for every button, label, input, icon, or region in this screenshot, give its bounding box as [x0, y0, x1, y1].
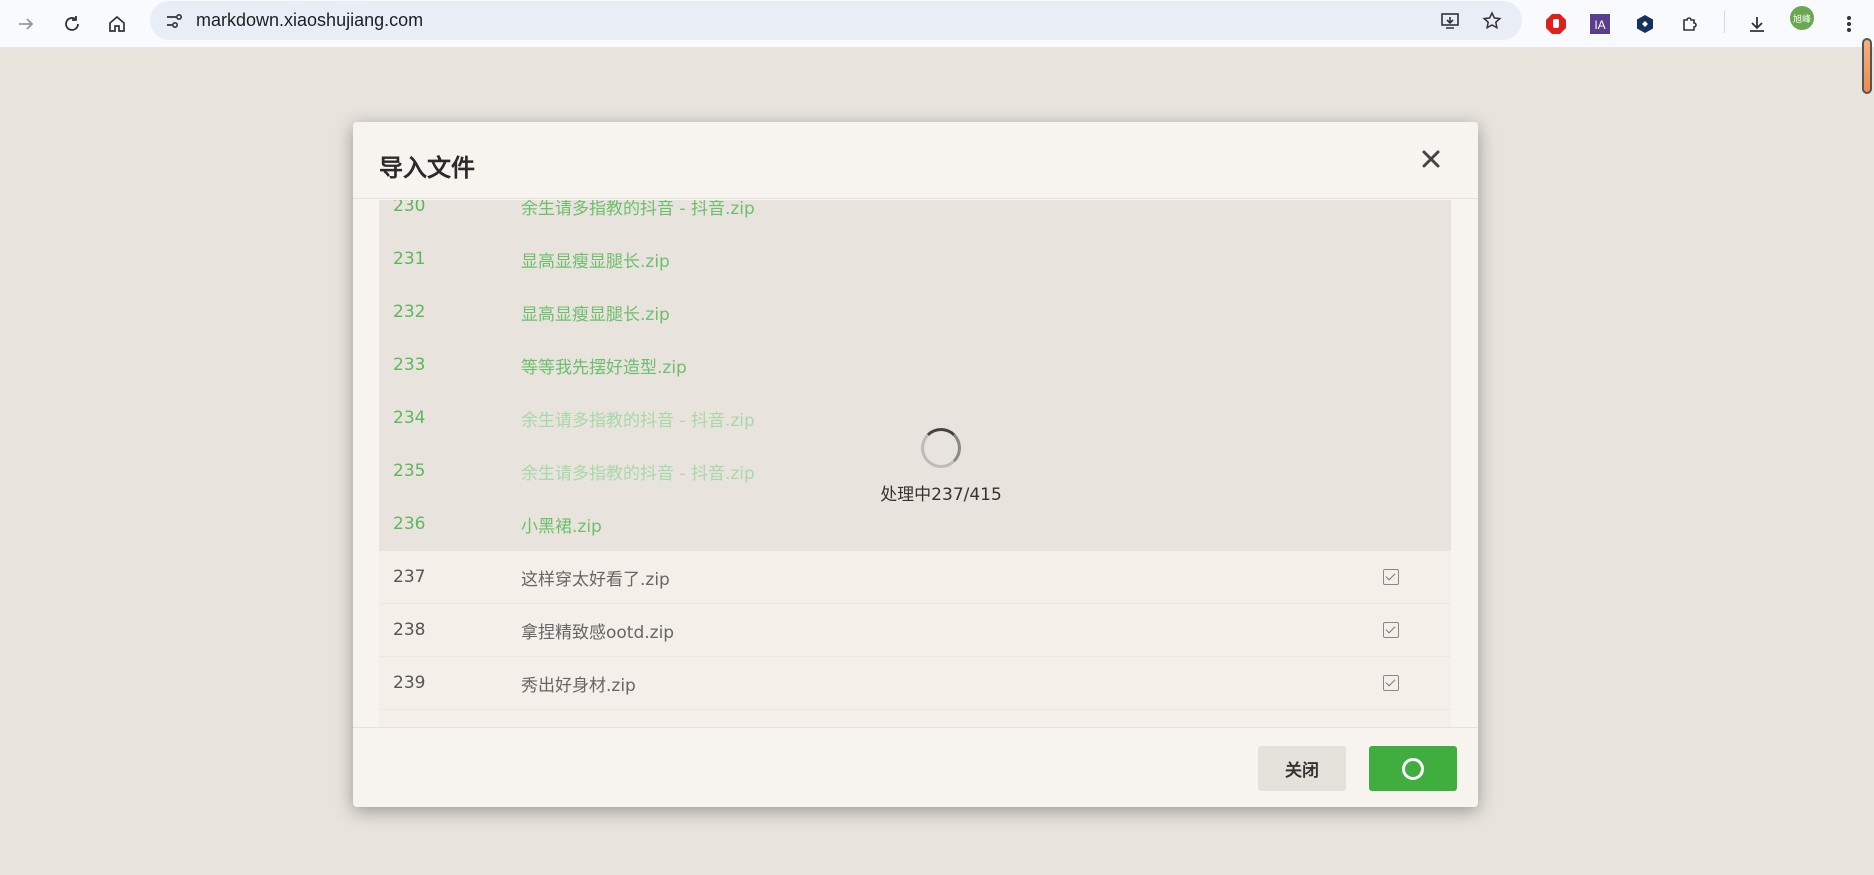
table-row: 236 小黑裙.zip	[379, 498, 1451, 551]
file-name: 等等我先摆好造型.zip	[521, 357, 687, 378]
file-index: 233	[393, 355, 426, 375]
file-list[interactable]: 230 余生请多指教的抖音 - 抖音.zip 231 显高显瘦显腿长.zip 232 显高…	[379, 200, 1451, 730]
import-button[interactable]	[1369, 746, 1457, 791]
file-index: 237	[393, 567, 426, 587]
reload-icon[interactable]	[56, 8, 88, 40]
file-index: 235	[393, 461, 426, 481]
bookmark-star-icon[interactable]	[1476, 5, 1508, 37]
file-index: 234	[393, 408, 426, 428]
cube-extension-icon[interactable]	[1629, 8, 1661, 40]
table-row: 238 拿捏精致感ootd.zip	[379, 604, 1451, 657]
file-name: 这样穿太好看了.zip	[521, 569, 670, 590]
browser-toolbar: markdown.xiaoshujiang.com IA 旭峰	[0, 0, 1874, 48]
file-name: 秀出好身材.zip	[521, 675, 636, 696]
dialog-footer: 关闭	[353, 727, 1478, 807]
file-rows: 230 余生请多指教的抖音 - 抖音.zip 231 显高显瘦显腿长.zip 232 显高…	[379, 200, 1451, 730]
dialog-header: 导入文件	[353, 122, 1478, 199]
table-row: 239 秀出好身材.zip	[379, 657, 1451, 710]
url-text: markdown.xiaoshujiang.com	[196, 10, 424, 30]
table-row: 230 余生请多指教的抖音 - 抖音.zip	[379, 200, 1451, 233]
address-bar[interactable]: markdown.xiaoshujiang.com	[150, 1, 1522, 40]
forward-icon[interactable]	[10, 8, 42, 40]
adblock-extension-icon[interactable]	[1540, 8, 1572, 40]
profile-avatar[interactable]: 旭峰	[1790, 6, 1814, 30]
ia-extension-icon[interactable]: IA	[1584, 8, 1616, 40]
toolbar-separator	[1724, 11, 1725, 33]
import-file-dialog: 导入文件 230 余生请多指教的抖音 - 抖音.zip 231 显高显瘦显腿长.zip…	[353, 122, 1478, 807]
extensions-puzzle-icon[interactable]	[1674, 8, 1706, 40]
page-scrollbar[interactable]	[1862, 38, 1872, 94]
file-name: 显高显瘦显腿长.zip	[521, 251, 670, 272]
file-index: 232	[393, 302, 426, 322]
file-name: 余生请多指教的抖音 - 抖音.zip	[521, 410, 755, 431]
file-name: 显高显瘦显腿长.zip	[521, 304, 670, 325]
file-name: 余生请多指教的抖音 - 抖音.zip	[521, 463, 755, 484]
file-name: 拿捏精致感ootd.zip	[521, 622, 675, 643]
home-icon[interactable]	[101, 8, 133, 40]
file-index: 238	[393, 620, 426, 640]
close-icon[interactable]	[1418, 146, 1444, 172]
table-row: 233 等等我先摆好造型.zip	[379, 339, 1451, 392]
file-name: 小黑裙.zip	[521, 516, 602, 537]
file-index: 230	[393, 200, 426, 216]
checkbox-checked-icon[interactable]	[1383, 675, 1399, 691]
file-select-cell	[1331, 675, 1451, 691]
site-settings-icon[interactable]	[158, 5, 190, 37]
file-index: 236	[393, 514, 426, 534]
dialog-title: 导入文件	[379, 154, 475, 182]
table-row: 232 显高显瘦显腿长.zip	[379, 286, 1451, 339]
file-index: 231	[393, 249, 426, 269]
button-loading-icon	[1402, 757, 1424, 780]
svg-text:IA: IA	[1594, 18, 1605, 32]
menu-kebab-icon[interactable]	[1833, 8, 1865, 40]
file-index: 239	[393, 673, 426, 693]
install-app-icon[interactable]	[1434, 5, 1466, 37]
file-name: 余生请多指教的抖音 - 抖音.zip	[521, 200, 755, 219]
table-row: 231 显高显瘦显腿长.zip	[379, 233, 1451, 286]
close-button[interactable]: 关闭	[1258, 746, 1346, 791]
file-select-cell	[1331, 622, 1451, 638]
checkbox-checked-icon[interactable]	[1383, 569, 1399, 585]
table-row: 235 余生请多指教的抖音 - 抖音.zip	[379, 445, 1451, 498]
file-select-cell	[1331, 569, 1451, 585]
downloads-icon[interactable]	[1741, 8, 1773, 40]
table-row: 237 这样穿太好看了.zip	[379, 551, 1451, 604]
checkbox-checked-icon[interactable]	[1383, 622, 1399, 638]
table-row: 234 余生请多指教的抖音 - 抖音.zip	[379, 392, 1451, 445]
